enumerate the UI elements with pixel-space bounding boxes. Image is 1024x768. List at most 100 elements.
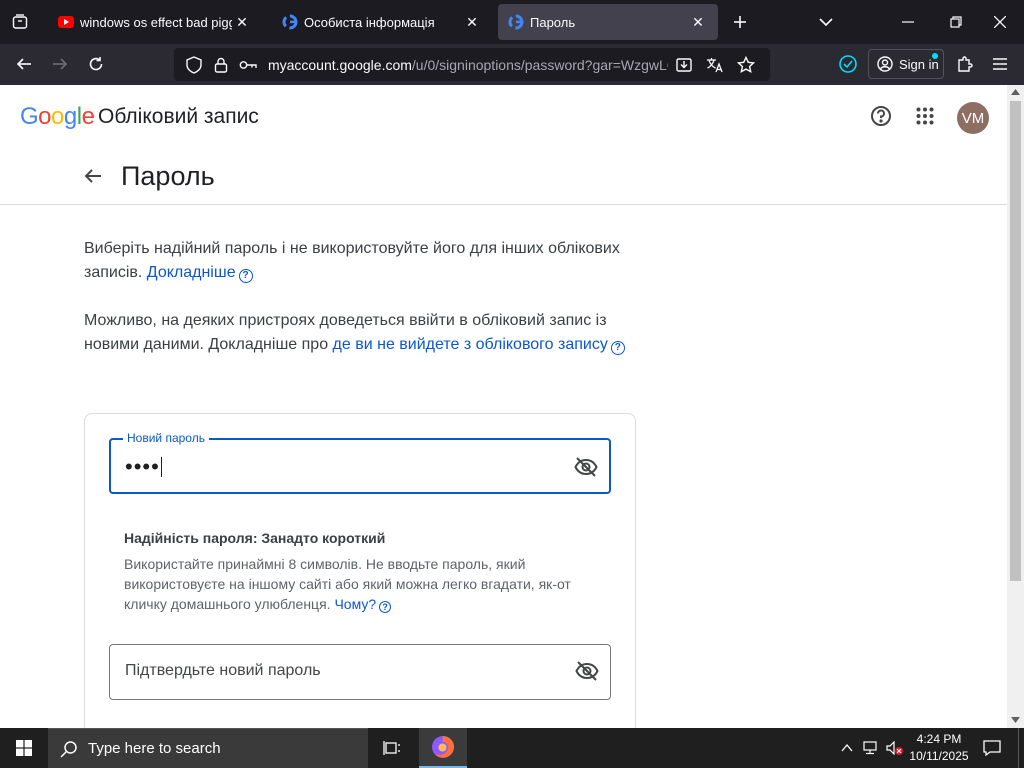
minimize-button[interactable] (888, 0, 928, 44)
network-icon (863, 741, 877, 755)
app-menu-button[interactable] (984, 48, 1016, 80)
why-link[interactable]: Чому? (334, 596, 376, 612)
confirm-password-field[interactable]: Підтвердьте новий пароль (109, 644, 611, 700)
list-all-tabs-button[interactable] (806, 0, 846, 44)
new-password-field[interactable]: Новий пароль •••• (109, 431, 611, 494)
reload-button[interactable] (80, 48, 112, 80)
plus-icon (734, 16, 746, 28)
youtube-icon (58, 14, 74, 30)
sign-in-label: Sign in (899, 56, 939, 72)
sync-check-button[interactable] (832, 48, 864, 80)
new-tab-button[interactable] (720, 0, 760, 44)
back-arrow-icon (16, 58, 31, 70)
restore-button[interactable] (936, 0, 976, 44)
forward-button[interactable] (44, 48, 76, 80)
extensions-button[interactable] (949, 48, 981, 80)
question-circle-icon[interactable]: ? (238, 269, 253, 283)
account-icon (877, 56, 893, 72)
install-app-icon[interactable] (672, 53, 695, 77)
start-button[interactable] (0, 728, 48, 768)
firefox-icon (432, 736, 454, 758)
url-text[interactable]: myaccount.google.com/u/0/signinoptions/p… (268, 57, 668, 73)
tab-list-button[interactable] (0, 0, 40, 44)
network-button[interactable] (860, 728, 882, 768)
page-title: Пароль (121, 161, 215, 191)
tab-title: windows os effect bad piggies r (80, 14, 232, 30)
url-domain: myaccount.google.com (267, 56, 412, 73)
tab-youtube[interactable]: windows os effect bad piggies r ✕ (48, 4, 262, 40)
apps-grid-icon (916, 107, 934, 125)
tab-list-icon (12, 14, 28, 29)
help-button[interactable] (867, 102, 895, 130)
translate-icon[interactable] (703, 53, 726, 77)
navigation-toolbar: myaccount.google.com/u/0/signinoptions/p… (0, 44, 1024, 85)
chevron-up-icon (841, 744, 853, 752)
product-name: Обліковий запис (98, 105, 259, 128)
page-scrollbar[interactable] (1007, 85, 1024, 728)
google-icon (282, 14, 298, 30)
close-tab-icon[interactable]: ✕ (688, 12, 708, 32)
scroll-down-arrow-icon[interactable] (1011, 717, 1020, 723)
tab-personal-info[interactable]: Особиста інформація ✕ (272, 4, 492, 40)
puzzle-icon (958, 56, 973, 72)
toggle-confirm-visibility-button[interactable] (574, 658, 600, 684)
windows-taskbar: Type here to search 4:24 PM 10/11/2025 (0, 728, 1024, 768)
check-circle-icon (839, 55, 857, 73)
close-window-button[interactable] (980, 0, 1020, 44)
notice-paragraph: Можливо, на деяких пристроях доведеться … (84, 309, 644, 357)
lock-icon[interactable] (209, 53, 232, 77)
tab-title: Пароль (530, 14, 576, 30)
question-circle-icon[interactable]: ? (610, 341, 625, 355)
stay-signed-in-link[interactable]: де ви не вийдете з облікового запису (333, 336, 608, 353)
page-content: Google Обліковий запис VM Пароль Виберіт… (0, 85, 1007, 728)
new-password-value[interactable]: •••• (125, 454, 162, 480)
password-strength-description: Використайте принаймні 8 символів. Не вв… (124, 554, 614, 614)
url-bar[interactable]: myaccount.google.com/u/0/signinoptions/p… (174, 48, 770, 81)
tab-strip: windows os effect bad piggies r ✕ Особис… (0, 0, 1024, 44)
back-button[interactable] (8, 48, 40, 80)
sign-in-button[interactable]: Sign in (868, 49, 944, 79)
account-avatar[interactable]: VM (957, 102, 989, 134)
tracking-protection-icon[interactable] (182, 53, 205, 77)
new-password-label: Новий пароль (123, 431, 209, 445)
permissions-key-icon[interactable] (237, 53, 260, 77)
scroll-up-arrow-icon[interactable] (1011, 89, 1020, 95)
show-desktop-strip[interactable] (1018, 728, 1024, 768)
toggle-password-visibility-button[interactable] (573, 454, 599, 480)
arrow-left-icon (84, 169, 101, 183)
close-tab-icon[interactable]: ✕ (232, 12, 252, 32)
hamburger-menu-icon (993, 58, 1007, 70)
help-circle-icon (871, 106, 891, 126)
taskbar-search-box[interactable]: Type here to search (48, 728, 368, 768)
google-logo[interactable]: Google (20, 103, 95, 131)
clock-time: 4:24 PM (916, 732, 962, 746)
show-hidden-icons-button[interactable] (836, 728, 858, 768)
notification-icon (983, 740, 1001, 756)
url-path: /u/0/signinoptions/password?gar=WzgwLC (411, 56, 669, 73)
firefox-taskbar-button[interactable] (419, 728, 467, 768)
password-form-card: Новий пароль •••• Надійність пароля: Зан… (84, 413, 636, 728)
tab-title: Особиста інформація (304, 14, 435, 30)
masked-password: •••• (125, 454, 160, 479)
notifications-button[interactable] (980, 728, 1004, 768)
taskbar-clock[interactable]: 4:24 PM 10/11/2025 (900, 731, 978, 765)
chevron-down-icon (819, 18, 833, 27)
google-apps-button[interactable] (911, 102, 939, 130)
scrollbar-thumb[interactable] (1010, 101, 1021, 581)
question-circle-icon[interactable]: ? (379, 601, 392, 613)
clock-date: 10/11/2025 (909, 749, 969, 763)
close-tab-icon[interactable]: ✕ (462, 12, 482, 32)
eye-off-icon (574, 457, 598, 477)
bookmark-star-icon[interactable] (735, 53, 758, 77)
search-placeholder: Type here to search (88, 740, 221, 757)
notification-dot (932, 53, 938, 59)
restore-icon (950, 16, 962, 28)
tab-password[interactable]: Пароль ✕ (498, 4, 718, 40)
learn-more-link[interactable]: Докладніше (147, 264, 236, 281)
page-back-button[interactable] (78, 161, 108, 191)
task-view-button[interactable] (368, 728, 416, 768)
forward-arrow-icon (53, 58, 68, 70)
eye-off-icon (575, 661, 599, 681)
google-icon (508, 14, 524, 30)
close-icon (994, 16, 1006, 28)
